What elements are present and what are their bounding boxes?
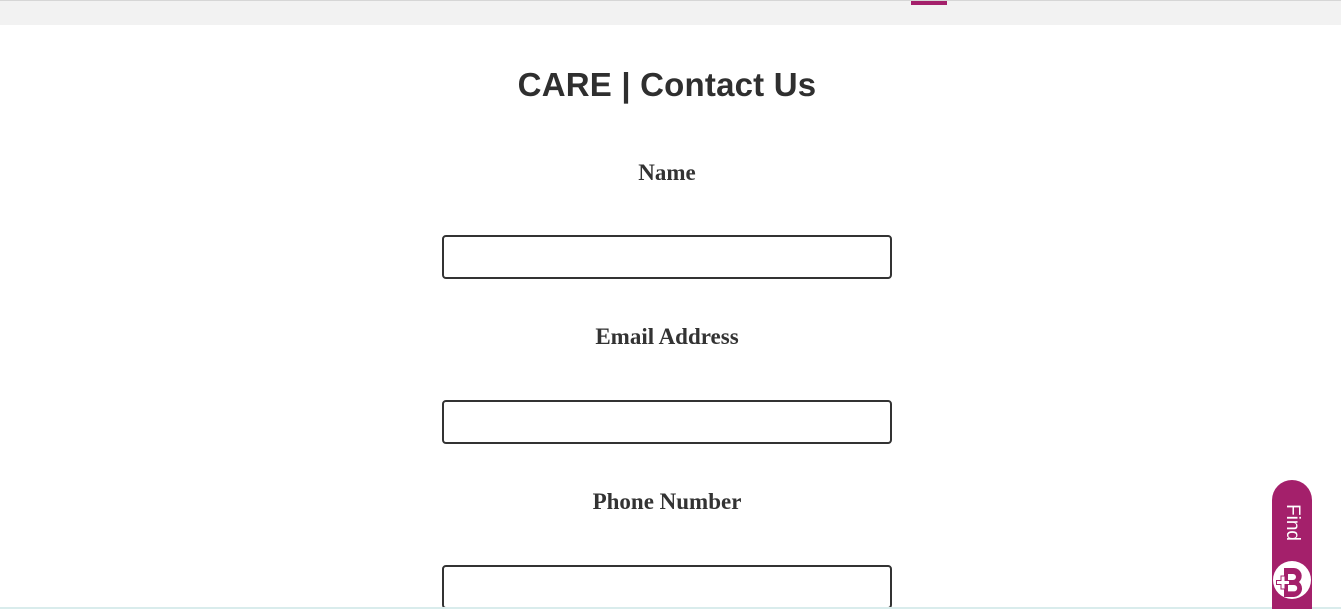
phone-label: Phone Number xyxy=(592,489,742,514)
phone-input[interactable] xyxy=(442,565,892,609)
active-tab-indicator xyxy=(911,1,947,5)
find-label: Find xyxy=(1282,504,1303,541)
email-input[interactable] xyxy=(442,400,892,444)
page-title: CARE | Contact Us xyxy=(517,66,817,103)
email-label: Email Address xyxy=(595,324,739,349)
name-label: Name xyxy=(638,160,696,185)
top-navigation-bar xyxy=(0,0,1341,25)
find-widget-button[interactable]: Find xyxy=(1272,480,1312,609)
plus-b-logo-icon xyxy=(1272,560,1312,609)
name-input[interactable] xyxy=(442,235,892,279)
